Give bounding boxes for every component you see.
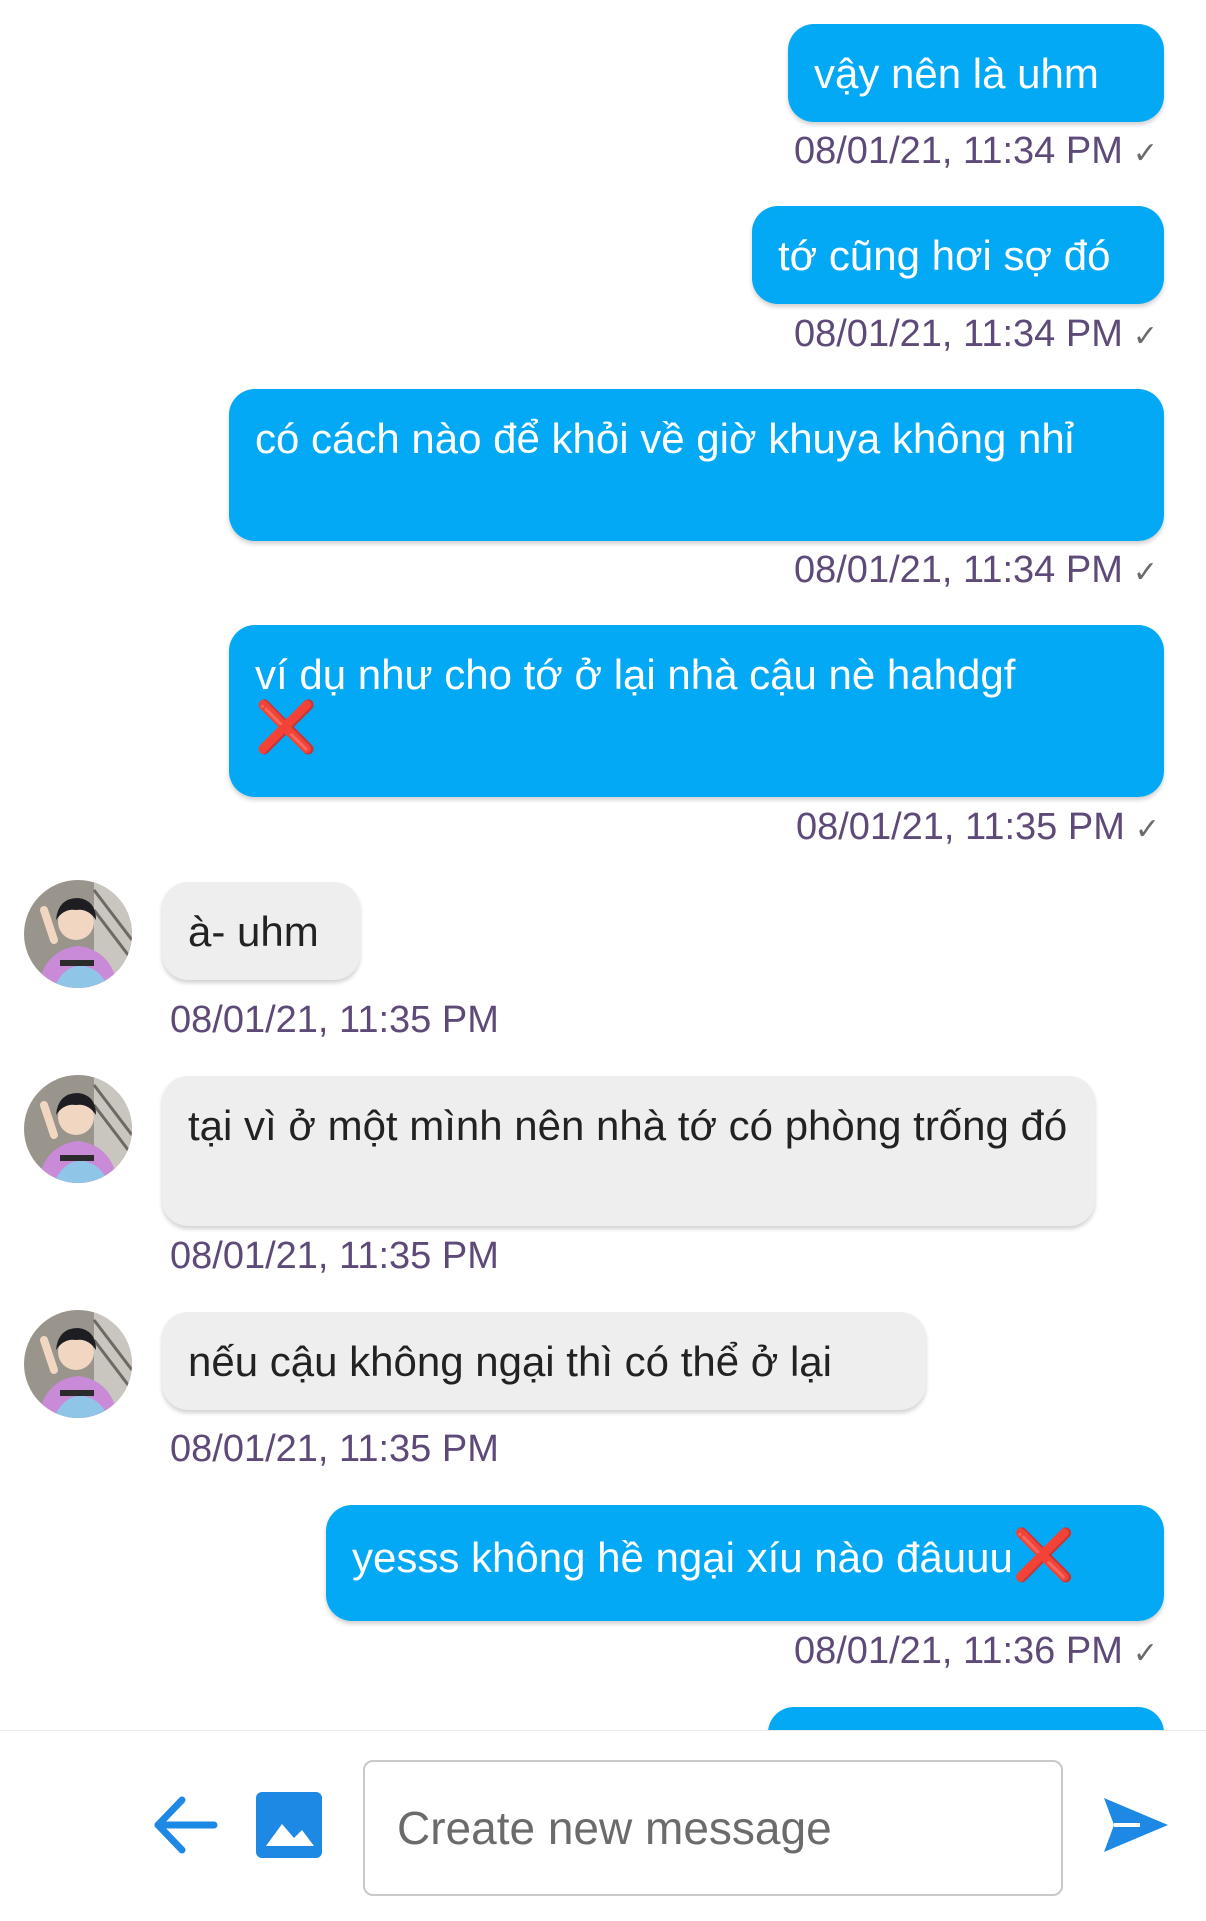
outgoing-message-bubble[interactable] (768, 1707, 1164, 1730)
outgoing-message-bubble[interactable]: vậy nên là uhm (788, 24, 1164, 122)
cross-mark-icon: ❌ (255, 699, 318, 755)
timestamp-text: 08/01/21, 11:34 PM (793, 313, 1123, 355)
outgoing-message-bubble[interactable]: yesss không hề ngại xíu nào đâuuu❌ (326, 1505, 1164, 1621)
sent-check-icon: ✓ (1132, 556, 1158, 589)
timestamp-text: 08/01/21, 11:35 PM (170, 999, 499, 1041)
message-input[interactable] (363, 1760, 1063, 1896)
message-timestamp: 08/01/21, 11:34 PM ✓ (794, 549, 1158, 592)
send-icon (1104, 1798, 1168, 1852)
message-text: yesss không hề ngại xíu nào đâuuu (352, 1534, 1013, 1581)
outgoing-message-bubble[interactable]: tớ cũng hơi sợ đó (752, 206, 1164, 304)
sent-check-icon: ✓ (1134, 813, 1160, 846)
message-timestamp: 08/01/21, 11:35 PM (170, 1235, 499, 1278)
incoming-message-bubble[interactable]: à- uhm (162, 882, 360, 980)
avatar-icon[interactable] (24, 1310, 132, 1418)
sent-check-icon: ✓ (1132, 320, 1158, 353)
sent-check-icon: ✓ (1132, 1637, 1158, 1670)
outgoing-message-bubble[interactable]: có cách nào để khỏi về giờ khuya không n… (229, 389, 1164, 541)
timestamp-text: 08/01/21, 11:36 PM (793, 1630, 1123, 1672)
avatar-icon[interactable] (24, 1075, 132, 1183)
incoming-message-bubble[interactable]: tại vì ở một mình nên nhà tớ có phòng tr… (162, 1076, 1095, 1226)
cross-mark-icon: ❌ (1012, 1527, 1076, 1583)
timestamp-text: 08/01/21, 11:35 PM (795, 806, 1125, 848)
message-text: vậy nên là uhm (814, 50, 1099, 97)
message-timestamp: 08/01/21, 11:34 PM ✓ (794, 130, 1158, 173)
message-timestamp: 08/01/21, 11:35 PM (170, 999, 499, 1042)
sent-check-icon: ✓ (1132, 137, 1158, 170)
image-icon (256, 1792, 322, 1858)
timestamp-text: 08/01/21, 11:34 PM (793, 130, 1123, 172)
message-text: tớ cũng hơi sợ đó (778, 232, 1111, 279)
avatar-icon[interactable] (24, 880, 132, 988)
back-button[interactable] (150, 1790, 220, 1860)
message-text: ví dụ như cho tớ ở lại nhà cậu nè hahdgf (255, 651, 1016, 698)
chat-messages-area[interactable]: vậy nên là uhm 08/01/21, 11:34 PM ✓ tớ cũ… (0, 0, 1206, 1730)
message-timestamp: 08/01/21, 11:35 PM ✓ (796, 806, 1160, 849)
incoming-message-bubble[interactable]: nếu cậu không ngại thì có thể ở lại (162, 1312, 926, 1410)
message-timestamp: 08/01/21, 11:36 PM ✓ (794, 1630, 1158, 1673)
message-text: tại vì ở một mình nên nhà tớ có phòng tr… (188, 1102, 1068, 1149)
arrow-left-icon (154, 1796, 218, 1854)
outgoing-message-bubble[interactable]: ví dụ như cho tớ ở lại nhà cậu nè hahdgf… (229, 625, 1164, 797)
timestamp-text: 08/01/21, 11:35 PM (170, 1428, 499, 1470)
message-timestamp: 08/01/21, 11:35 PM (170, 1428, 499, 1471)
message-text: có cách nào để khỏi về giờ khuya không n… (255, 415, 1075, 462)
send-button[interactable] (1100, 1790, 1172, 1860)
timestamp-text: 08/01/21, 11:35 PM (170, 1235, 499, 1277)
timestamp-text: 08/01/21, 11:34 PM (793, 549, 1123, 591)
message-text: à- uhm (188, 908, 319, 955)
message-text: nếu cậu không ngại thì có thể ở lại (188, 1338, 832, 1385)
attach-image-button[interactable] (254, 1790, 324, 1860)
message-timestamp: 08/01/21, 11:34 PM ✓ (794, 313, 1158, 356)
